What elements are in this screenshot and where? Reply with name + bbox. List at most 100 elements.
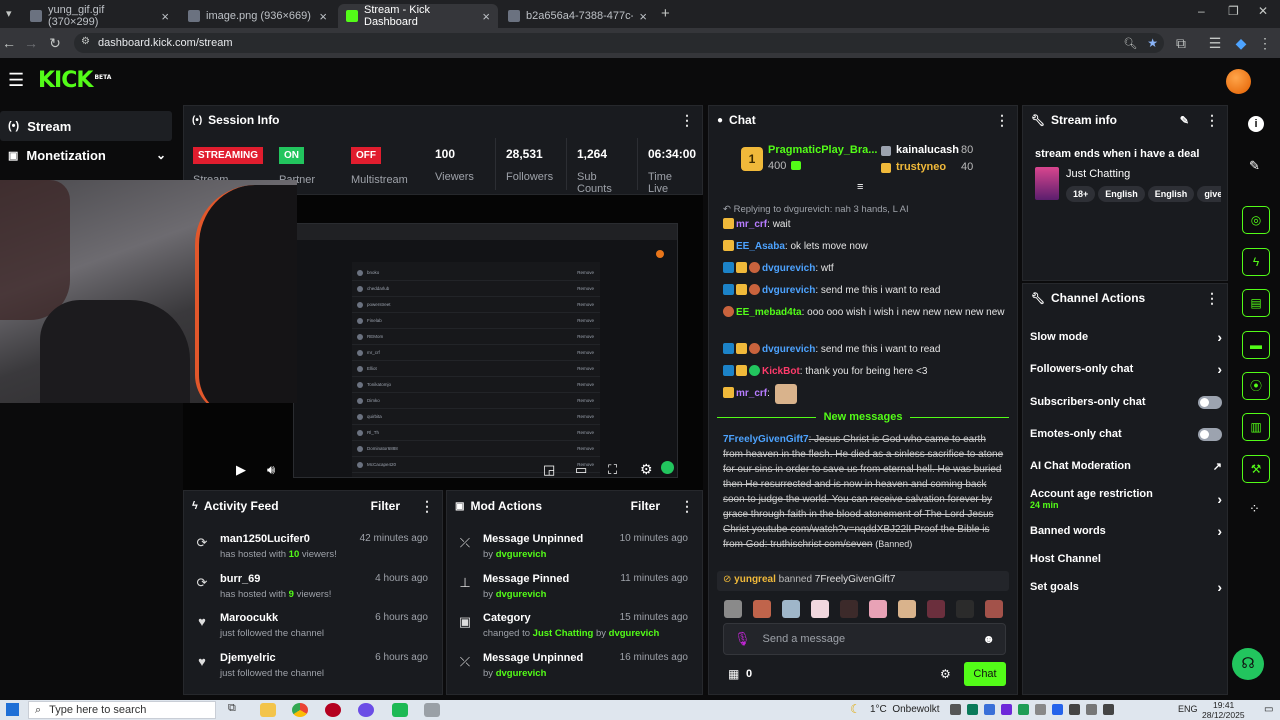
chat-icon[interactable]: ▬ (1242, 331, 1270, 359)
chat-username[interactable]: KickBot (762, 366, 800, 377)
minimize-icon[interactable]: – (1198, 4, 1205, 18)
fullscreen-icon[interactable]: ⛶ (608, 462, 617, 478)
play-icon[interactable]: ▶ (236, 462, 246, 478)
close-icon[interactable]: × (319, 9, 327, 24)
browser-tab-4[interactable]: b2a656a4-7388-477c-94bc-27… × (500, 4, 655, 28)
document-icon[interactable]: ▤ (1242, 289, 1270, 317)
channel-action-subscribers-only-chat[interactable]: Subscribers-only chat (1030, 394, 1222, 410)
mod-action-user[interactable]: dvgurevich (496, 549, 547, 560)
chat-username[interactable]: EE_Asaba (736, 241, 785, 252)
reload-icon[interactable]: ↻ (46, 34, 64, 52)
chevron-right-icon[interactable]: › (1217, 361, 1222, 377)
edit-icon[interactable]: ✎ (1180, 114, 1189, 127)
tab-search-icon[interactable]: ▾ (6, 7, 12, 20)
mod-action-item[interactable]: ▣ Category changed to Just Chatting by dvg… (447, 612, 702, 652)
filter-button[interactable]: Filter (371, 499, 400, 513)
profile-extension-icon[interactable]: ◆ (1232, 34, 1250, 52)
mod-action-item[interactable]: ⤫ Message Unpinned by dvgurevich 10 minutes… (447, 533, 702, 573)
mod-action-user[interactable]: dvgurevich (496, 668, 547, 679)
tray-icon[interactable] (950, 704, 961, 715)
ban-notice-target[interactable]: 7FreelyGivenGift7 (815, 574, 896, 585)
browser-tab-3[interactable]: Stream - Kick Dashboard × (338, 4, 498, 28)
tag-pill[interactable]: give (1197, 186, 1221, 202)
pip-icon[interactable]: ◲ (543, 462, 555, 478)
reading-list-icon[interactable]: ☰ (1206, 34, 1224, 52)
camera-icon[interactable]: ◎ (1242, 206, 1270, 234)
channel-action-emotes-only-chat[interactable]: Emotes-only chat (1030, 426, 1222, 442)
windows-start-icon[interactable] (6, 703, 19, 716)
app-icon[interactable] (392, 703, 408, 717)
tray-icon[interactable] (1086, 704, 1097, 715)
theater-mode-icon[interactable]: ▭ (575, 462, 587, 478)
broadcast-icon[interactable]: ⦿ (1242, 372, 1270, 400)
info-icon[interactable]: i (1248, 116, 1264, 132)
channel-action-host-channel[interactable]: Host Channel (1030, 551, 1222, 567)
activity-name[interactable]: burr_69 (220, 573, 260, 585)
clock-date[interactable]: 28/12/2025 (1202, 710, 1245, 720)
chat-username[interactable]: dvgurevich (762, 344, 815, 355)
tools-icon[interactable]: ⚒ (1242, 455, 1270, 483)
notification-icon[interactable]: ▭ (1264, 704, 1273, 715)
back-icon[interactable]: ← (0, 34, 18, 52)
sidebar-item-stream[interactable]: (•) Stream (0, 111, 172, 141)
tray-icon[interactable] (1018, 704, 1029, 715)
chrome-icon[interactable] (292, 703, 308, 717)
more-icon[interactable]: ⋮ (1205, 112, 1219, 129)
filter-button[interactable]: Filter (631, 499, 660, 513)
emote-icon[interactable] (811, 600, 829, 618)
tray-icon[interactable] (1103, 704, 1114, 715)
user-avatar[interactable] (1226, 69, 1251, 94)
gift-box-icon[interactable]: ▦ (728, 667, 739, 681)
bookmark-star-icon[interactable]: ★ (1147, 36, 1158, 50)
kick-logo[interactable]: KICK BETA (38, 68, 111, 93)
weather-text[interactable]: 1°C Onbewolkt (870, 704, 940, 715)
toggle-switch[interactable] (1198, 427, 1222, 441)
tag-pill[interactable]: 18+ (1066, 186, 1096, 202)
emote-icon[interactable] (753, 600, 771, 618)
more-icon[interactable]: ⋮ (680, 498, 694, 515)
activity-name[interactable]: Djemyelric (220, 652, 276, 664)
browser-tab-2[interactable]: image.png (936×669) × (180, 4, 335, 28)
app-icon[interactable] (325, 703, 341, 717)
category-name[interactable]: Just Chatting (1066, 168, 1130, 180)
emote-icon[interactable] (898, 600, 916, 618)
app-icon[interactable] (424, 703, 440, 717)
emoji-icon[interactable]: ☻ (982, 632, 995, 646)
chevron-right-icon[interactable]: › (1217, 523, 1222, 539)
close-icon[interactable]: × (161, 9, 169, 24)
emote-icon[interactable] (724, 600, 742, 618)
volume-icon[interactable]: 🔊︎ (267, 462, 275, 478)
channel-action-account-age-restriction[interactable]: Account age restriction 24 min › (1030, 486, 1222, 512)
more-icon[interactable]: ⋮ (995, 112, 1009, 129)
activity-name[interactable]: Maroocukk (220, 612, 278, 624)
emote-icon[interactable] (956, 600, 974, 618)
app-icon[interactable] (358, 703, 374, 717)
activity-item[interactable]: ♥ Djemyelric just followed the channel 6 ho… (184, 652, 442, 692)
language-indicator[interactable]: ENG (1178, 704, 1198, 714)
chat-settings-icon[interactable]: ⚙ (940, 667, 951, 681)
chevron-right-icon[interactable]: › (1217, 579, 1222, 595)
channel-action-banned-words[interactable]: Banned words › (1030, 523, 1222, 539)
support-headset-icon[interactable]: ☊ (1232, 648, 1264, 680)
mod-action-item[interactable]: ⤫ Message Unpinned by dvgurevich 16 minutes… (447, 652, 702, 692)
emote-icon[interactable] (840, 600, 858, 618)
window-close-icon[interactable]: ✕ (1258, 4, 1268, 18)
channel-action-ai-chat-moderation[interactable]: AI Chat Moderation ↗ (1030, 458, 1222, 474)
settings-icon[interactable]: ⚙ (640, 461, 653, 478)
chat-input-box[interactable]: 🎙︎ Send a message ☻ (723, 623, 1006, 655)
more-icon[interactable]: ⋮ (420, 498, 434, 515)
tray-icon[interactable] (984, 704, 995, 715)
channel-action-set-goals[interactable]: Set goals › (1030, 579, 1222, 595)
leader-2-name[interactable]: kainalucash (896, 144, 959, 156)
emote-icon[interactable] (985, 600, 1003, 618)
tray-icon[interactable] (967, 704, 978, 715)
chevron-right-icon[interactable]: › (1217, 329, 1222, 345)
chat-username[interactable]: 7FreelyGivenGift7 (723, 434, 809, 445)
close-icon[interactable]: × (639, 9, 647, 24)
extensions-icon[interactable]: ⧉ (1172, 34, 1190, 52)
new-tab-icon[interactable]: + (661, 5, 670, 22)
chevron-right-icon[interactable]: › (1217, 491, 1222, 507)
tray-icon[interactable] (1001, 704, 1012, 715)
activity-item[interactable]: ♥ Maroocukk just followed the channel 6 hou… (184, 612, 442, 652)
forward-icon[interactable]: → (22, 34, 40, 52)
